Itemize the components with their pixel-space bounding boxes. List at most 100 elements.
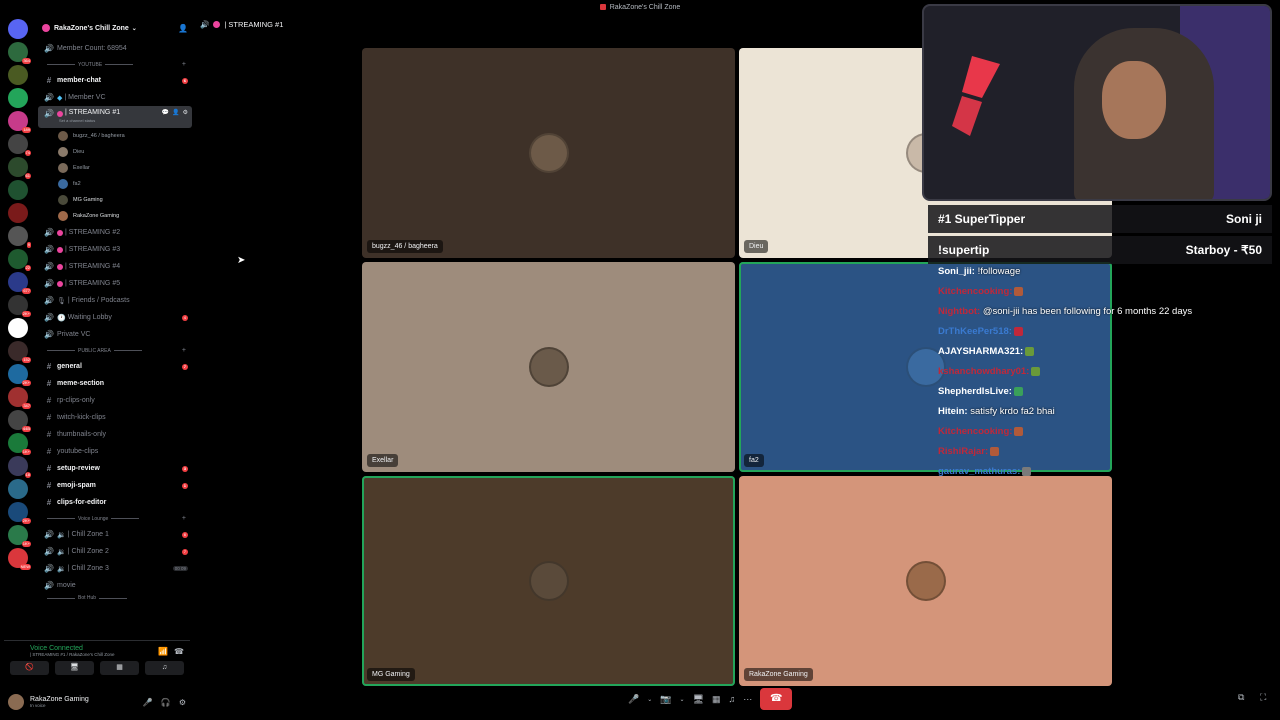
server-icon-22[interactable]: 1K+ [8, 525, 31, 547]
channel-movie[interactable]: 🔊 movie [38, 577, 192, 594]
server-icon-1[interactable]: 364 [8, 42, 31, 64]
screen-share-icon[interactable]: 🖥 [693, 694, 704, 705]
channel-streaming-5[interactable]: 🔊 | STREAMING #5 [38, 275, 192, 292]
add-member-icon[interactable]: 👤 [172, 109, 179, 116]
gear-icon[interactable]: ⚙ [179, 698, 186, 707]
channel-streaming-1[interactable]: 🔊 | STREAMING #1 Set a channel status 💬 👤 ⚙ [38, 106, 192, 128]
voice-user[interactable]: Dieu [36, 144, 194, 160]
channel-chill-zone-3[interactable]: 🔊 🔉 | Chill Zone 3 00 09 [38, 560, 192, 577]
channel-thumbnails-only[interactable]: # thumbnails-only [38, 426, 192, 443]
camera-off-button[interactable]: 🚫 [10, 661, 49, 675]
chat-icon[interactable]: 💬 [162, 109, 169, 116]
voice-user[interactable]: Exellar [36, 160, 194, 176]
server-icon-19[interactable]: 18 [8, 456, 31, 478]
server-icon-12[interactable]: 2K+ [8, 295, 31, 317]
channel-member-chat[interactable]: # member-chat 6 [38, 72, 192, 89]
voice-user[interactable]: MG Gaming [36, 192, 194, 208]
camera-off-icon[interactable]: 📷 [660, 694, 671, 705]
channel-streaming-2[interactable]: 🔊 | STREAMING #2 [38, 224, 192, 241]
server-icon-23[interactable]: NEW [8, 548, 31, 570]
add-channel-icon[interactable]: + [182, 515, 186, 522]
voice-user[interactable]: bugzz_46 / bagheera [36, 128, 194, 144]
server-icon-9[interactable]: 9 [8, 226, 31, 248]
server-icon-11[interactable]: 677 [8, 272, 31, 294]
leave-call-button[interactable]: ☎ [760, 688, 793, 710]
headphones-icon[interactable]: 🎧 [161, 698, 171, 707]
voice-user[interactable]: RakaZone Gaming [36, 208, 194, 224]
server-icon-7[interactable] [8, 180, 28, 200]
server-icon-15[interactable]: 2K+ [8, 364, 31, 386]
channel-member-vc[interactable]: 🔊 ◆ | Member VC [38, 89, 192, 106]
add-channel-icon[interactable]: + [182, 347, 186, 354]
channel-waiting-lobby[interactable]: 🔊 🕐 Waiting Lobby 4 [38, 309, 192, 326]
username[interactable]: RakaZone Gaming [30, 696, 89, 703]
server-icon-0[interactable] [8, 19, 28, 39]
live-dot-icon [213, 21, 221, 28]
fullscreen-icon[interactable]: ⛶ [1260, 692, 1266, 703]
microphone-icon[interactable]: 🎤 [143, 698, 153, 707]
tile-label: Exellar [367, 454, 399, 467]
more-options-icon[interactable]: ⋯ [743, 694, 752, 705]
disconnect-icon[interactable]: ☎ [174, 647, 184, 656]
server-icon-3[interactable] [8, 88, 28, 108]
category-bot-hub[interactable]: Bot Hub [36, 594, 194, 602]
voice-status[interactable]: Voice Connected [4, 641, 158, 652]
server-icon-17[interactable]: 44B [8, 410, 31, 432]
microphone-icon[interactable]: 🎤 [628, 694, 639, 705]
add-channel-icon[interactable]: + [182, 61, 186, 68]
server-header[interactable]: RakaZone's Chill Zone ⌄ 👤 [36, 16, 194, 40]
invite-icon[interactable]: 👤 [178, 24, 188, 33]
channel-private-vc[interactable]: 🔊 Private VC [38, 326, 192, 343]
channel-setup-review[interactable]: # setup-review 3 [38, 460, 192, 477]
video-tile[interactable]: MG Gaming [362, 476, 735, 686]
channel-chill-zone-2[interactable]: 🔊 🔉 | Chill Zone 27 [38, 543, 192, 560]
category-public-area[interactable]: PUBLIC AREA + [36, 343, 194, 358]
video-tile[interactable]: Exellar [362, 262, 735, 472]
server-icon-18[interactable]: 1K+ [8, 433, 31, 455]
video-tile[interactable]: RakaZone Gaming [739, 476, 1112, 686]
chevron-down-icon[interactable]: ⌄ [679, 696, 684, 703]
channel-clips-for-editor[interactable]: # clips-for-editor [38, 494, 192, 511]
activities-icon[interactable]: ▦ [712, 694, 721, 705]
server-icon-6[interactable]: 61 [8, 157, 31, 179]
avatar[interactable] [8, 694, 24, 710]
channel-emoji-spam[interactable]: # emoji-spam 1 [38, 477, 192, 494]
gear-icon[interactable]: ⚙ [183, 109, 188, 116]
category-youtube[interactable]: YOUTUBE + [36, 57, 194, 72]
signal-icon[interactable]: 📶 [158, 647, 168, 656]
server-icon-21[interactable]: 2K+ [8, 502, 31, 524]
server-icon-14[interactable]: 152 [8, 341, 31, 363]
channel-chill-zone-1[interactable]: 🔊 🔉 | Chill Zone 16 [38, 526, 192, 543]
emote-icon [1014, 286, 1024, 296]
share-screen-button[interactable]: 🖥 [55, 661, 94, 675]
channel-status[interactable]: Set a channel status [59, 118, 95, 123]
channel-general[interactable]: # general 7 [38, 358, 192, 375]
chevron-down-icon[interactable]: ⌄ [647, 696, 652, 703]
emote-icon [1025, 346, 1035, 356]
popout-icon[interactable]: ⧉ [1238, 692, 1244, 703]
channel-streaming-4[interactable]: 🔊 | STREAMING #4 [38, 258, 192, 275]
server-icon-10[interactable]: 22 [8, 249, 31, 271]
chat-username: Kitchencooking: [938, 426, 1013, 437]
category-voice-lounge[interactable]: Voice Lounge + [36, 511, 194, 526]
channel-streaming-3[interactable]: 🔊 | STREAMING #3 [38, 241, 192, 258]
video-tile[interactable]: bugzz_46 / bagheera [362, 48, 735, 258]
activities-button[interactable]: ▦ [100, 661, 139, 675]
server-icon-2[interactable] [8, 65, 28, 85]
server-icon-13[interactable] [8, 318, 28, 338]
server-icon-20[interactable] [8, 479, 28, 499]
avatar [528, 561, 569, 601]
channel-twitch-kick-clips[interactable]: # twitch-kick-clips [38, 409, 192, 426]
channel-friends-podcasts[interactable]: 🔊 🎙 | Friends / Podcasts [38, 292, 192, 309]
server-icon-5[interactable]: 74 [8, 134, 31, 156]
voice-channel-path[interactable]: | STREAMING #1 / RakaZone's Chill Zone [4, 652, 158, 657]
server-icon-4[interactable]: 189 [8, 111, 31, 133]
channel-rp-clips-only[interactable]: # rp-clips-only [38, 392, 192, 409]
server-icon-16[interactable]: 347 [8, 387, 31, 409]
server-icon-8[interactable] [8, 203, 28, 223]
soundboard-icon[interactable]: ♫ [728, 694, 735, 704]
channel-meme-section[interactable]: # meme-section [38, 375, 192, 392]
soundboard-button[interactable]: ♫ [145, 661, 184, 675]
voice-user[interactable]: fa2 [36, 176, 194, 192]
channel-youtube-clips[interactable]: # youtube-clips [38, 443, 192, 460]
